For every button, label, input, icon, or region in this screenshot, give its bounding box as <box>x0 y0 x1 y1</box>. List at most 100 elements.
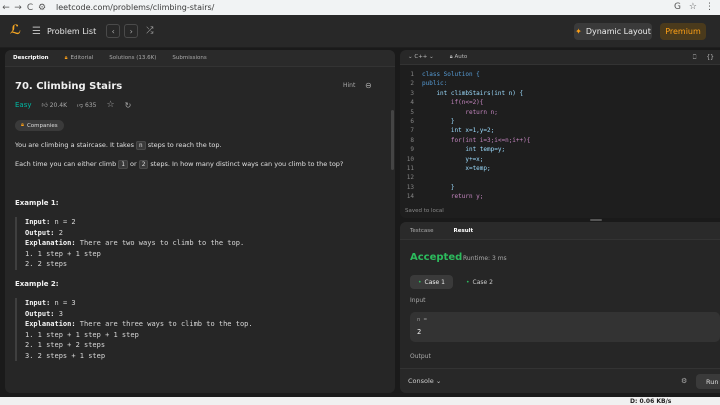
list-icon[interactable]: ☰ <box>32 26 41 37</box>
example-step: 1. 1 step + 1 step + 1 step <box>25 330 139 339</box>
text: You are climbing a staircase. It takes <box>15 141 137 149</box>
line-number: 3 <box>410 89 414 97</box>
line-number: 5 <box>410 108 414 116</box>
dynamic-layout-label: Dynamic Layout <box>585 27 651 36</box>
example-input: Input: n = 3 <box>25 298 385 309</box>
tab-editorial[interactable]: 🔒︎ Editorial <box>57 50 102 67</box>
case-2-button[interactable]: • Case 2 <box>458 275 501 289</box>
code-text: return n; <box>422 108 498 116</box>
companies-tag[interactable]: 🔒︎ Companies <box>15 120 64 131</box>
os-taskbar <box>0 397 720 405</box>
code-text: } <box>422 117 455 125</box>
code-text: class Solution { <box>422 71 480 78</box>
line-number: 12 <box>406 174 414 182</box>
language-select[interactable]: ⌄ C++ ⌄ <box>408 54 434 60</box>
code-text: int x=1,y=2; <box>422 127 495 135</box>
console-label: Console <box>408 377 434 385</box>
extensions-icon[interactable]: ⋮ <box>705 2 714 12</box>
shuffle-icon[interactable]: ⤮ <box>146 26 153 36</box>
output-value: 3 <box>58 309 63 318</box>
prev-problem-button[interactable]: ‹ <box>106 24 121 38</box>
leetcode-logo-icon[interactable]: ℒ <box>10 24 24 38</box>
problem-title: 70. Climbing Stairs <box>15 81 123 92</box>
code-line: 12 <box>400 173 720 182</box>
line-number: 6 <box>410 117 414 125</box>
line-number: 8 <box>410 136 414 144</box>
line-number: 7 <box>410 127 414 135</box>
code-line: 14 return y; <box>400 192 720 201</box>
example-2-block: Input: n = 3 Output: 3 Explanation: Ther… <box>15 298 385 361</box>
format-braces-icon[interactable]: {} <box>706 54 714 62</box>
problem-description-panel: Description 🔒︎ Editorial Solutions (13.6… <box>5 50 395 393</box>
bookmark-star-icon[interactable]: ☆ <box>689 2 697 12</box>
example-step: 2. 1 step + 2 steps <box>25 341 106 349</box>
hint-button[interactable]: Hint <box>343 82 355 89</box>
inline-code: n <box>136 141 146 150</box>
tab-submissions[interactable]: Submissions <box>164 50 214 67</box>
line-number: 4 <box>410 99 414 107</box>
check-dot-icon: • <box>466 278 470 286</box>
line-number: 2 <box>410 80 414 88</box>
code-line: 7 int x=1,y=2; <box>400 126 720 135</box>
back-button[interactable]: ← <box>0 3 12 13</box>
settings-circle-icon[interactable]: ⊖ <box>365 81 372 90</box>
case-1-button[interactable]: • Case 1 <box>410 275 453 289</box>
auto-mode-toggle[interactable]: 🔒︎ Auto <box>450 54 467 61</box>
explanation-text: There are two ways to climb to the top. <box>79 239 245 247</box>
tab-description[interactable]: Description <box>5 50 57 67</box>
tab-label: Solutions (13.6K) <box>109 55 157 61</box>
code-text: int climbStairs(int n) { <box>422 89 524 97</box>
like-button[interactable]: 👍︎ 20.4K <box>42 101 68 109</box>
companies-label: Companies <box>26 122 58 129</box>
output-value: 2 <box>58 228 63 237</box>
panel-resize-handle[interactable] <box>590 219 602 221</box>
code-text: return y; <box>422 193 484 201</box>
site-info-icon[interactable]: ⚙ <box>36 3 48 13</box>
code-text: public: <box>422 80 448 88</box>
example-output: Output: 3 <box>25 309 385 320</box>
tab-solutions[interactable]: Solutions (13.6K) <box>101 50 164 67</box>
code-text: } <box>422 183 455 191</box>
line-number: 9 <box>410 146 414 154</box>
dynamic-layout-button[interactable]: ✦ Dynamic Layout <box>574 23 652 40</box>
code-text: for(int i=3;i<=n;i++){ <box>422 136 531 144</box>
param-name: n = <box>417 317 427 323</box>
code-text: x=temp; <box>422 164 491 172</box>
example-step: 1. 1 step + 1 step <box>25 249 101 258</box>
premium-button[interactable]: Premium <box>660 23 706 40</box>
problem-meta: Easy 👍︎ 20.4K 👎︎ 635 ☆ ↻ <box>15 100 131 110</box>
code-content[interactable]: 1 class Solution { 2 public: 3 int climbStai… <box>400 70 720 201</box>
bookmark-icon[interactable]: ⎕ <box>693 54 697 62</box>
next-problem-button[interactable]: › <box>124 24 139 38</box>
console-button[interactable]: Console ⌄ <box>408 377 441 385</box>
input-value: n = 3 <box>54 299 76 307</box>
input-value-box: n = 2 <box>410 312 720 342</box>
console-bar: Console ⌄ ⚙ Run <box>400 368 720 393</box>
reload-button[interactable]: C <box>24 3 36 13</box>
line-number: 1 <box>410 71 414 78</box>
description-scrollbar[interactable] <box>391 110 394 170</box>
address-bar[interactable]: leetcode.com/problems/climbing-stairs/ <box>56 3 214 12</box>
line-number: 13 <box>406 183 414 191</box>
code-line: 8 for(int i=3;i<=n;i++){ <box>400 136 720 145</box>
problem-list-link[interactable]: Problem List <box>47 27 96 36</box>
browser-toolbar: ← → C ⚙ leetcode.com/problems/climbing-s… <box>0 0 720 15</box>
favorite-star-icon[interactable]: ☆ <box>106 100 114 110</box>
dislike-button[interactable]: 👎︎ 635 <box>77 101 96 109</box>
mode-label: Auto <box>454 53 468 60</box>
example-input: Input: n = 2 <box>25 217 385 228</box>
param-value: 2 <box>417 328 422 336</box>
run-button[interactable]: Run <box>696 374 720 389</box>
google-icon[interactable]: G <box>674 2 681 12</box>
tab-testcase[interactable]: Testcase <box>400 228 443 234</box>
code-text: if(n<=2){ <box>422 99 484 107</box>
input-label: Input: <box>25 218 51 226</box>
runtime-text: Runtime: 3 ms <box>463 255 507 262</box>
share-icon[interactable]: ↻ <box>125 101 132 110</box>
code-line: 11 x=temp; <box>400 164 720 173</box>
text: steps to reach the top. <box>145 141 222 149</box>
tab-result[interactable]: Result <box>443 228 483 234</box>
network-speed: D: 0.06 KB/s <box>630 398 672 405</box>
forward-button[interactable]: → <box>12 3 24 13</box>
debug-icon[interactable]: ⚙ <box>681 377 687 385</box>
